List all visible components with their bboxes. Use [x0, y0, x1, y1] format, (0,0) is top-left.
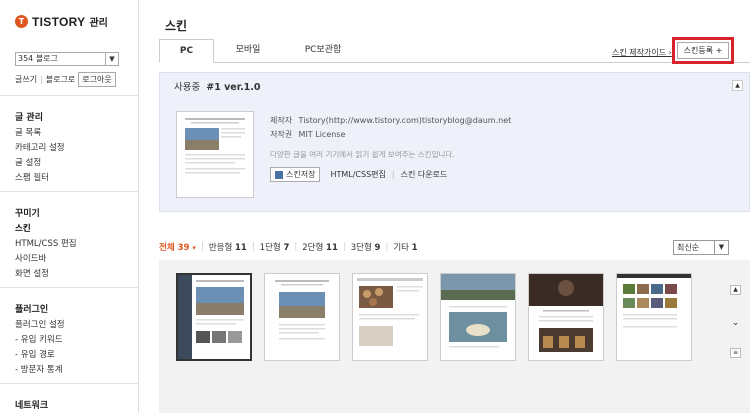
sidebar: T TISTORY 관리 354 블로그 ▼ 글쓰기 | 블로그로 로그아웃 글…	[0, 0, 139, 413]
license-value: MIT License	[298, 130, 346, 139]
divider	[0, 191, 139, 192]
divider: |	[391, 170, 395, 179]
brand-subtitle: 관리	[89, 18, 108, 29]
page-title: 스킨	[165, 19, 188, 33]
skin-name: #1 ver.1.0	[206, 82, 261, 93]
filter-1col[interactable]: 1단형 7	[260, 241, 290, 253]
current-skin-panel: 사용중 #1 ver.1.0 ▲ 제작자 Tistory(http://www.t…	[159, 72, 750, 212]
chevron-down-icon: ▼	[714, 241, 728, 254]
divider	[0, 287, 139, 288]
skin-guide-label: 스킨 제작가이드	[612, 48, 667, 57]
save-icon	[275, 170, 283, 179]
chevron-up-icon[interactable]: ▲	[730, 285, 741, 295]
skin-thumbnail[interactable]	[264, 273, 340, 361]
filter-all[interactable]: 전체 39 ▾	[159, 241, 196, 253]
skin-thumbnail[interactable]	[616, 273, 692, 361]
skin-thumbnail[interactable]	[352, 273, 428, 361]
license-label: 저작권	[270, 130, 293, 139]
filter-label: 1단형	[259, 243, 281, 253]
chevron-up-icon[interactable]: ▲	[732, 80, 743, 91]
maker-label: 제작자	[270, 116, 293, 125]
sidebar-item-referrers[interactable]: - 유입 경로	[15, 348, 55, 360]
filter-label: 반응형	[208, 243, 233, 253]
blog-select-value: 354 블로그	[18, 54, 58, 63]
skin-filters: 전체 39 ▾ | 반응형 11 | 1단형 7 | 2단형 11 | 3단형 …	[159, 240, 750, 254]
html-css-edit-link[interactable]: HTML/CSS편집	[330, 169, 385, 180]
blog-select[interactable]: 354 블로그 ▼	[15, 52, 119, 66]
filter-label: 전체	[159, 243, 175, 253]
status-label: 사용중	[174, 82, 201, 93]
current-skin-thumbnail	[176, 111, 254, 198]
skin-guide-link[interactable]: 스킨 제작가이드 ›	[612, 47, 672, 58]
filter-count: 9	[374, 243, 381, 253]
license-row: 저작권 MIT License	[270, 129, 345, 140]
filter-count: 11	[234, 243, 247, 253]
divider: |	[294, 242, 298, 252]
skin-save-button[interactable]: 스킨저장	[270, 167, 321, 182]
logout-button[interactable]: 로그아웃	[78, 72, 116, 87]
write-link[interactable]: 글쓰기	[15, 74, 37, 85]
section-title-design: 꾸미기	[15, 209, 40, 219]
divider: |	[40, 75, 43, 84]
tab-pc[interactable]: PC	[159, 39, 214, 63]
filter-3col[interactable]: 3단형 9	[351, 241, 381, 253]
quick-links: 글쓰기 | 블로그로 로그아웃	[15, 72, 116, 87]
blog-link[interactable]: 블로그로	[46, 74, 75, 85]
filter-count: 1	[411, 243, 418, 253]
scroll-bottom-icon[interactable]: ≡	[730, 348, 741, 358]
current-skin-header: 사용중 #1 ver.1.0	[174, 79, 261, 93]
skin-thumbnail[interactable]	[440, 273, 516, 361]
filter-label: 2단형	[302, 243, 324, 253]
skin-download-link[interactable]: 스킨 다운로드	[401, 169, 448, 180]
divider: |	[385, 242, 389, 252]
sidebar-item-html-css[interactable]: HTML/CSS 편집	[15, 237, 77, 249]
filter-2col[interactable]: 2단형 11	[302, 241, 338, 253]
tab-mobile[interactable]: 모바일	[214, 39, 282, 63]
divider: |	[251, 242, 255, 252]
filter-label: 3단형	[350, 243, 372, 253]
sort-select[interactable]: 최신순 ▼	[673, 240, 729, 255]
section-title-posts: 글 관리	[15, 113, 43, 123]
sidebar-item-category[interactable]: 카테고리 설정	[15, 141, 65, 153]
section-title-plugins: 플러그인	[15, 305, 49, 315]
section-title-network: 네트워크	[15, 401, 49, 411]
sort-value: 최신순	[677, 243, 700, 252]
tab-pc-archive[interactable]: PC보관함	[282, 39, 364, 63]
skin-thumbnail[interactable]	[528, 273, 604, 361]
sidebar-item-spam[interactable]: 스팸 필터	[15, 171, 49, 183]
skin-description: 다양한 글을 여러 기기에서 읽기 쉽게 보여주는 스킨입니다.	[270, 150, 455, 159]
divider: |	[342, 242, 346, 252]
maker-row: 제작자 Tistory(http://www.tistory.com)tisto…	[270, 115, 511, 126]
sidebar-item-post-list[interactable]: 글 목록	[15, 126, 41, 138]
sidebar-item-visitors[interactable]: - 방문자 통계	[15, 363, 63, 375]
sidebar-item-post-settings[interactable]: 글 설정	[15, 156, 41, 168]
filter-count: 7	[283, 243, 290, 253]
sidebar-item-skin[interactable]: 스킨	[15, 222, 31, 234]
skin-register-button[interactable]: 스킨등록 +	[677, 42, 729, 59]
skin-gallery: ▲ ⌄ ≡	[159, 260, 750, 413]
brand[interactable]: T TISTORY 관리	[15, 14, 108, 29]
brand-text: TISTORY	[32, 14, 86, 29]
filter-etc[interactable]: 기타 1	[393, 241, 417, 253]
chevron-down-icon: ▼	[105, 53, 118, 65]
filter-responsive[interactable]: 반응형 11	[209, 241, 247, 253]
chevron-down-icon[interactable]: ⌄	[729, 318, 742, 328]
divider: |	[200, 242, 204, 252]
sidebar-item-sidebar[interactable]: 사이드바	[15, 252, 46, 264]
skin-thumbnail[interactable]	[176, 273, 252, 361]
sidebar-item-screen[interactable]: 화면 설정	[15, 267, 49, 279]
skin-save-label: 스킨저장	[286, 170, 316, 179]
divider	[0, 383, 139, 384]
tistory-logo-icon: T	[15, 15, 28, 28]
sidebar-item-keywords[interactable]: - 유입 키워드	[15, 333, 63, 345]
divider	[0, 95, 139, 96]
maker-value: Tistory(http://www.tistory.com)tistorybl…	[298, 116, 512, 125]
filter-count: 11	[326, 243, 338, 253]
main-content: 스킨 PC 모바일 PC보관함 스킨 제작가이드 › 스킨등록 + 사용중 #1 …	[140, 0, 750, 413]
filter-count: 39	[177, 243, 190, 253]
sidebar-item-plugin-settings[interactable]: 플러그인 설정	[15, 318, 65, 330]
filter-label: 기타	[393, 243, 409, 253]
skin-actions: 스킨저장 HTML/CSS편집 | 스킨 다운로드	[270, 167, 447, 182]
